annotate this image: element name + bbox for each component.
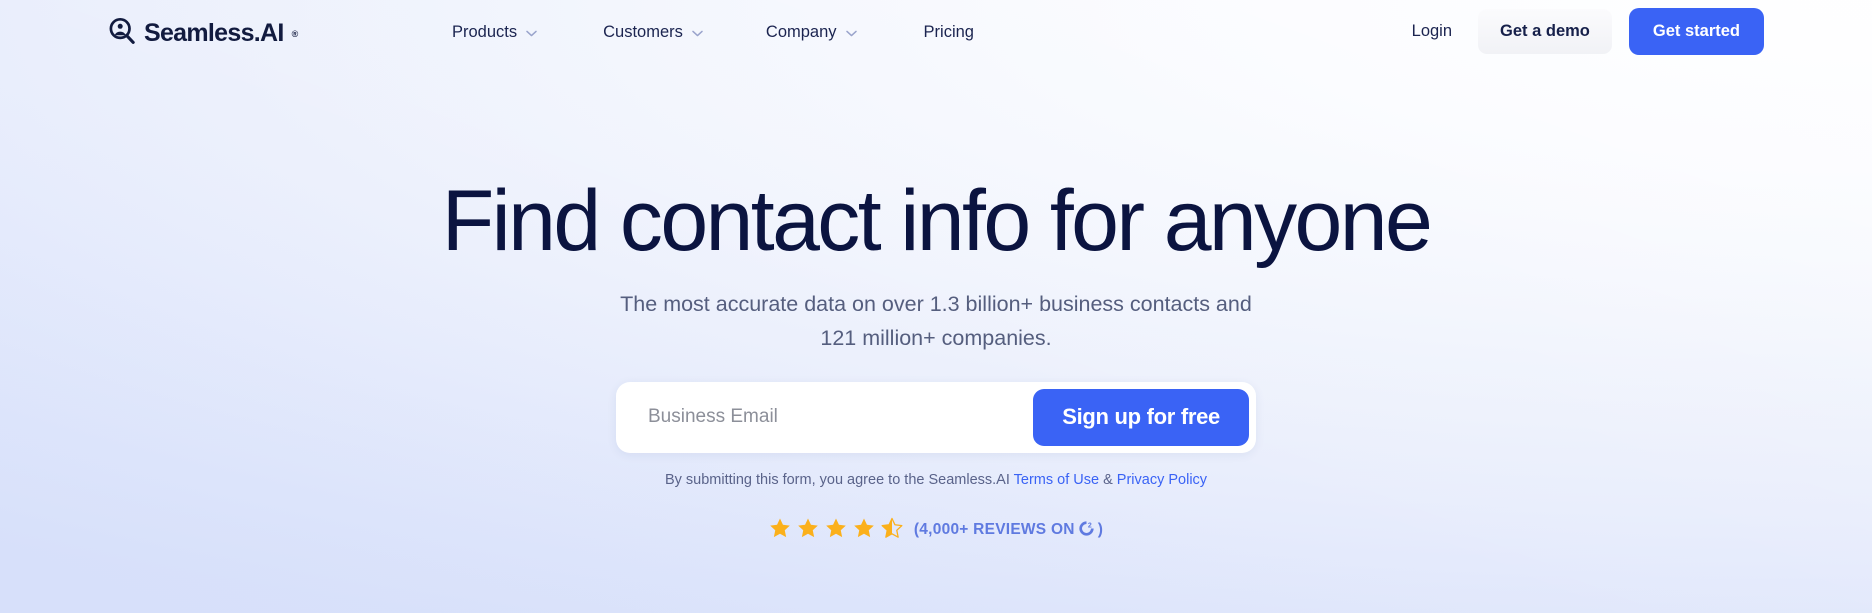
chevron-down-icon — [526, 30, 537, 37]
terms-of-use-link[interactable]: Terms of Use — [1014, 472, 1099, 488]
star-rating — [769, 517, 903, 544]
reviews-text-prefix: (4,000+ REVIEWS ON — [913, 521, 1075, 539]
page-title: Find contact info for anyone — [441, 173, 1433, 269]
star-half-icon — [881, 517, 903, 544]
form-legal-disclaimer: By submitting this form, you agree to th… — [665, 472, 1207, 488]
reviews-rating: (4,000+ REVIEWS ON 2 ) — [769, 517, 1103, 544]
brand-logo[interactable]: Seamless.AI ® — [107, 16, 298, 51]
star-filled-icon — [825, 517, 847, 544]
subheadline-line-1: The most accurate data on over 1.3 billi… — [620, 291, 1252, 316]
chevron-down-icon — [692, 30, 703, 37]
login-link[interactable]: Login — [1412, 22, 1452, 41]
get-started-button[interactable]: Get started — [1628, 7, 1764, 55]
legal-prefix-text: By submitting this form, you agree to th… — [664, 471, 1014, 488]
hero-section: Find contact info for anyone The most ac… — [0, 0, 1872, 613]
top-navigation-bar: Seamless.AI ® Products Customers Company — [0, 0, 1872, 62]
sign-up-for-free-button[interactable]: Sign up for free — [1033, 388, 1249, 446]
star-filled-icon — [853, 517, 875, 544]
nav-links: Products Customers Company Pricing — [452, 18, 990, 47]
brand-trademark: ® — [291, 28, 299, 39]
page-background: Seamless.AI ® Products Customers Company — [0, 0, 1872, 613]
nav-item-label: Products — [452, 23, 518, 41]
nav-actions: Login Get a demo Get started — [1412, 0, 1872, 62]
magnifier-person-icon — [107, 16, 137, 51]
reviews-count-label: (4,000+ REVIEWS ON 2 ) — [914, 519, 1103, 541]
nav-item-products[interactable]: Products — [452, 18, 553, 47]
star-filled-icon — [797, 517, 819, 544]
nav-item-label: Pricing — [923, 23, 974, 41]
nav-item-customers[interactable]: Customers — [587, 18, 719, 47]
nav-item-label: Customers — [603, 23, 683, 41]
svg-text:2: 2 — [1088, 523, 1092, 530]
privacy-policy-link[interactable]: Privacy Policy — [1117, 472, 1207, 488]
get-a-demo-button[interactable]: Get a demo — [1478, 8, 1612, 54]
subheadline-line-2: 121 million+ companies. — [820, 325, 1052, 350]
star-filled-icon — [769, 517, 791, 544]
email-signup-form: Sign up for free — [616, 381, 1256, 453]
brand-name: Seamless.AI — [144, 19, 284, 47]
nav-item-label: Company — [765, 23, 837, 41]
legal-separator: & — [1099, 471, 1117, 488]
business-email-input[interactable] — [623, 388, 1034, 446]
chevron-down-icon — [845, 30, 857, 37]
hero-subheadline: The most accurate data on over 1.3 billi… — [620, 288, 1252, 356]
g2-logo-icon: 2 — [1078, 520, 1095, 542]
nav-item-pricing[interactable]: Pricing — [908, 18, 990, 47]
nav-item-company[interactable]: Company — [750, 18, 873, 47]
reviews-text-suffix: ) — [1097, 521, 1104, 539]
